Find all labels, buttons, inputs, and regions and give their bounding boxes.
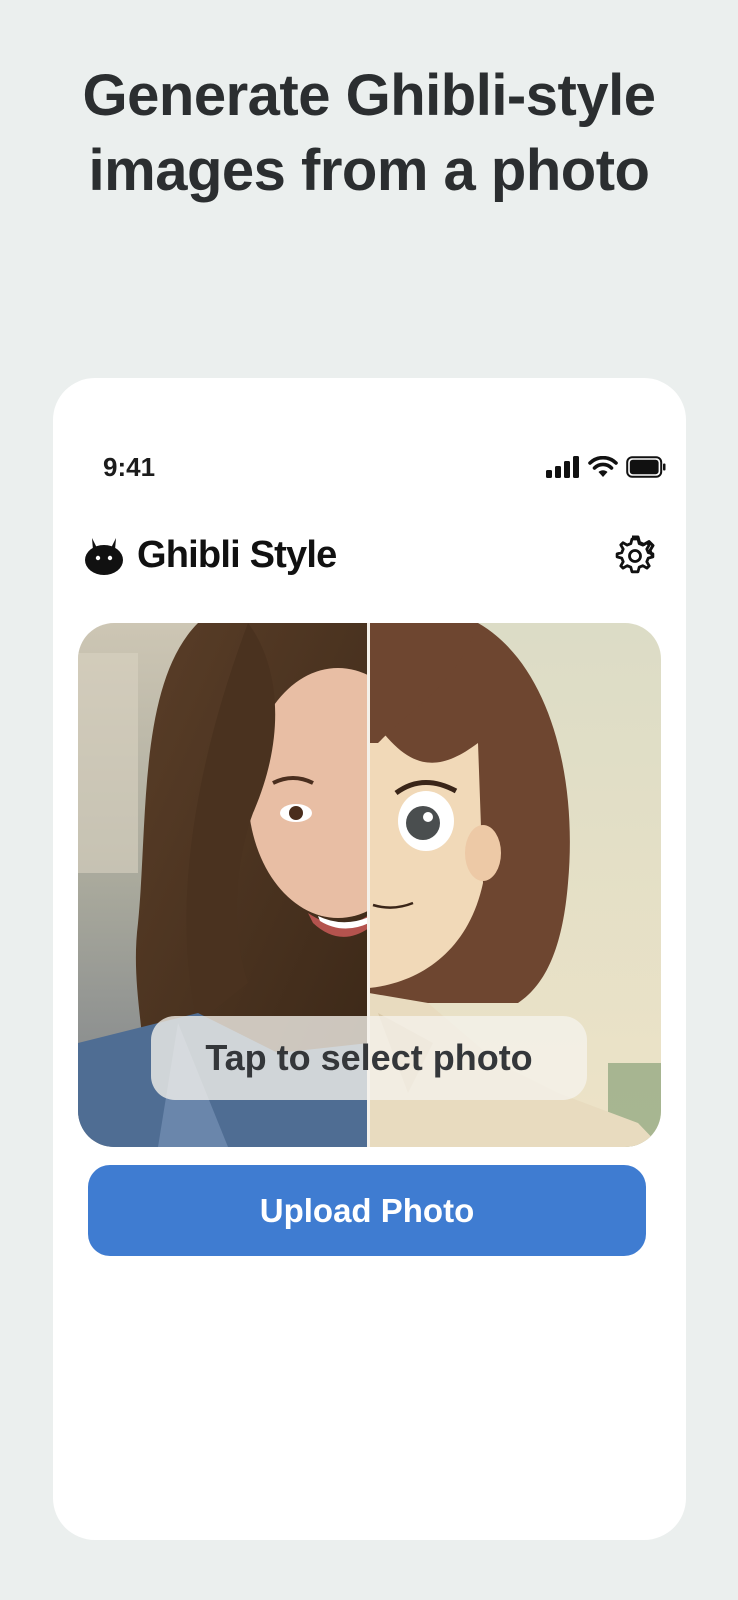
status-icons (546, 456, 666, 478)
app-title: Ghibli Style (137, 534, 337, 576)
headline-line-2: images from a photo (88, 138, 650, 203)
cellular-signal-icon (546, 456, 579, 478)
upload-photo-button[interactable]: Upload Photo (88, 1165, 646, 1256)
bunny-icon (85, 538, 123, 575)
app-header: Ghibli Style (83, 526, 656, 586)
headline: Generate Ghibli-style images from a phot… (0, 58, 738, 208)
photo-picker[interactable]: Tap to select photo (78, 623, 661, 1147)
battery-icon (626, 456, 666, 478)
gear-icon[interactable] (614, 534, 656, 576)
headline-line-1: Generate Ghibli-style (82, 63, 656, 128)
status-time: 9:41 (103, 452, 156, 482)
tap-to-select-label[interactable]: Tap to select photo (151, 1016, 587, 1100)
phone-screen: 9:41 Ghibli Style Tap to select photo Up… (53, 378, 686, 1540)
wifi-icon (588, 456, 618, 477)
